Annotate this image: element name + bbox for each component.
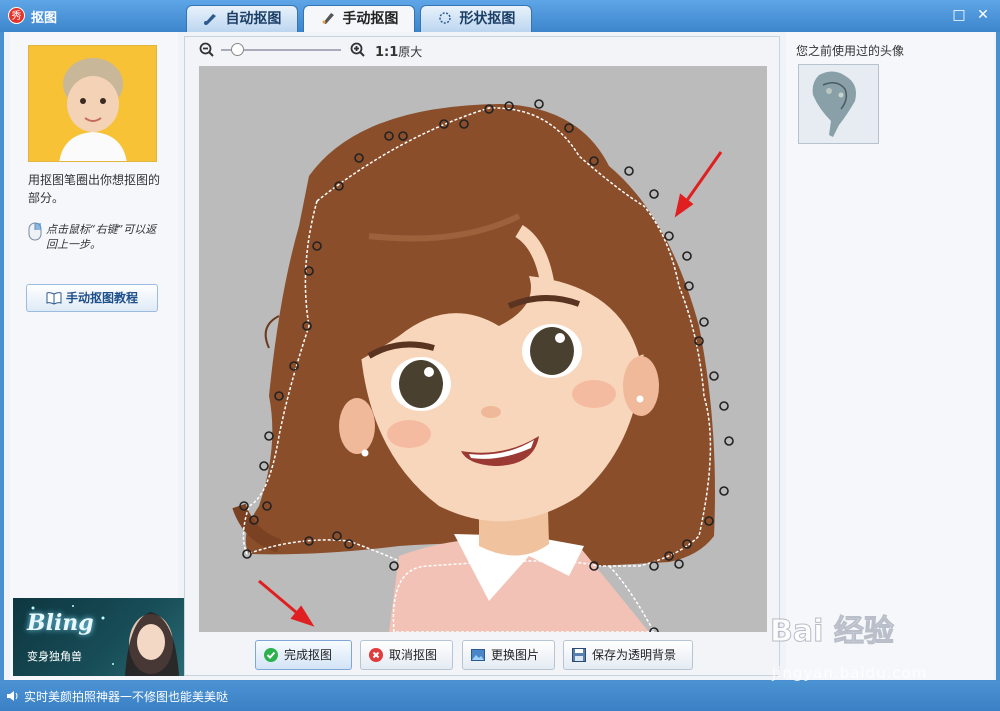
close-button[interactable]: ✕: [974, 6, 992, 24]
zoom-ratio[interactable]: 1:1原大: [375, 43, 422, 60]
history-panel: 您之前使用过的头像: [786, 32, 994, 680]
cancel-cutout-button[interactable]: 取消抠图: [360, 640, 453, 670]
change-image-label: 更换图片: [491, 648, 540, 662]
window-title: 抠图: [31, 11, 58, 26]
zoom-slider[interactable]: [221, 43, 341, 56]
zoom-ratio-label: 原大: [398, 45, 423, 59]
tip-text: 点击鼠标“右键”可以返回上一步。: [46, 223, 157, 251]
tab-label: 自动抠图: [225, 11, 282, 27]
cutout-hint-text: 用抠图笔圈出你想抠图的部分。: [28, 173, 161, 205]
status-bar: 实时美颜拍照神器一不修图也能美美哒: [0, 681, 1000, 711]
cartoon-girl-image: [232, 99, 734, 632]
tutorial-button[interactable]: 手动抠图教程: [26, 284, 158, 312]
right-click-tip: 点击鼠标“右键”可以返回上一步。: [28, 220, 168, 260]
finish-cutout-button[interactable]: 完成抠图: [255, 640, 352, 670]
tab-label: 手动抠图: [342, 11, 399, 27]
example-avatar-image: [28, 45, 157, 162]
book-icon: [46, 292, 62, 305]
save-transparent-button[interactable]: 保存为透明背景: [563, 640, 693, 670]
cutout-canvas[interactable]: [199, 66, 767, 632]
zoom-ratio-value: 1:1: [375, 45, 399, 60]
maximize-button[interactable]: □: [950, 6, 968, 24]
finish-cutout-label: 完成抠图: [284, 648, 333, 662]
promo-title: Bling: [27, 610, 94, 636]
save-transparent-label: 保存为透明背景: [592, 648, 677, 662]
editor-panel: 1:1原大 完成抠图 取消抠图 更换图片 保存为透明背景: [184, 36, 780, 676]
zoom-toolbar: 1:1原大: [185, 37, 779, 63]
tab-manual-cutout[interactable]: 手动抠图: [303, 5, 415, 32]
left-panel: 用抠图笔圈出你想抠图的部分。 点击鼠标“右键”可以返回上一步。 手动抠图教程 B…: [10, 32, 185, 680]
tab-shape-cutout[interactable]: 形状抠图: [420, 5, 532, 32]
promo-subtitle: 变身独角兽: [27, 650, 82, 663]
change-image-button[interactable]: 更换图片: [462, 640, 555, 670]
mouse-icon: [28, 222, 42, 241]
app-logo-icon: 秀: [8, 7, 25, 24]
pen-icon: [322, 13, 334, 24]
zoom-in-icon[interactable]: [350, 42, 366, 58]
speaker-icon: [7, 691, 18, 701]
history-avatar-thumbnail[interactable]: [798, 64, 879, 144]
zoom-out-icon[interactable]: [199, 42, 215, 58]
tutorial-button-label: 手动抠图教程: [65, 291, 138, 305]
status-promo-link[interactable]: 实时美颜拍照神器一不修图也能美美哒: [24, 688, 228, 705]
cancel-icon: [369, 648, 383, 662]
save-icon: [572, 648, 586, 662]
shape-icon: [438, 12, 451, 24]
image-icon: [471, 649, 485, 661]
check-icon: [264, 648, 278, 662]
brush-icon: [203, 14, 216, 25]
cancel-cutout-label: 取消抠图: [389, 648, 438, 662]
zoom-slider-knob[interactable]: [231, 43, 244, 56]
history-avatar-image: [799, 65, 878, 143]
title-bar: 秀 抠图 自动抠图 手动抠图 形状抠图 □ ✕: [0, 0, 1000, 32]
tab-label: 形状抠图: [459, 11, 516, 27]
action-bar: 完成抠图 取消抠图 更换图片 保存为透明背景: [185, 638, 779, 674]
history-title: 您之前使用过的头像: [796, 44, 905, 58]
main-frame: 用抠图笔圈出你想抠图的部分。 点击鼠标“右键”可以返回上一步。 手动抠图教程 B…: [4, 32, 996, 680]
promo-banner[interactable]: Bling 变身独角兽: [13, 598, 185, 676]
tab-auto-cutout[interactable]: 自动抠图: [186, 5, 298, 32]
